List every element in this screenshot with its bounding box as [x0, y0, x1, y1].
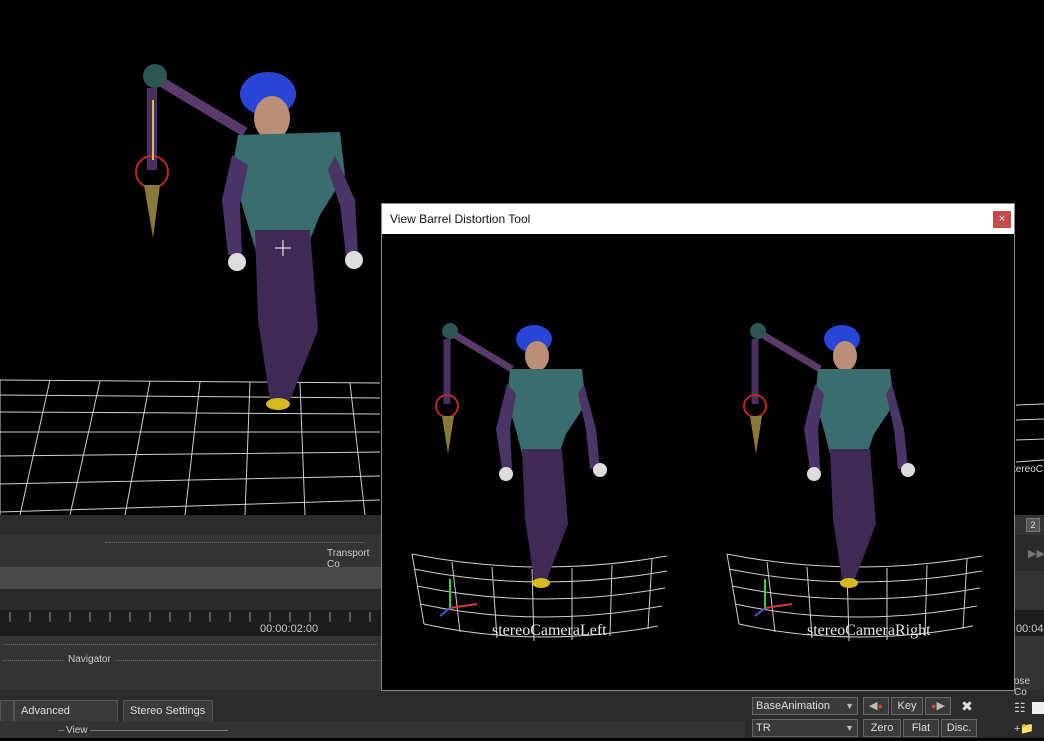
divider	[3, 660, 63, 661]
navigator-label: Navigator	[68, 654, 111, 665]
dialog-titlebar[interactable]: View Barrel Distortion Tool ×	[382, 204, 1014, 234]
timeline-ruler[interactable]: 00:00:02:00	[0, 610, 382, 636]
chevron-down-icon: ▼	[845, 701, 854, 711]
spacer	[0, 589, 382, 610]
flat-button[interactable]: Flat	[903, 719, 939, 737]
right-tool-area: ☷ +📁	[1008, 696, 1044, 738]
barrel-distortion-dialog[interactable]: View Barrel Distortion Tool × stereoCame…	[382, 204, 1014, 690]
next-key-button[interactable]: ●▶	[925, 697, 951, 715]
settings-content-area: View	[0, 721, 745, 738]
divider	[105, 542, 365, 543]
view-group-label: View	[64, 725, 90, 736]
right-timeline: 00:04	[1014, 610, 1044, 636]
zero-button[interactable]: Zero	[863, 719, 901, 737]
pose-controls-label: ose Co	[1014, 676, 1031, 698]
right-camera-label: stereoCameraRight	[807, 622, 931, 639]
right-side-panel: 2 ▶▶ 00:04 ose Co	[1014, 515, 1044, 698]
animation-layer-value: BaseAnimation	[756, 700, 830, 712]
folder-icon[interactable]: +📁	[1014, 722, 1034, 735]
record-icon: ●	[877, 701, 883, 711]
tab-stereo-settings[interactable]: Stereo Settings	[123, 700, 213, 721]
dialog-close-button[interactable]: ×	[993, 211, 1011, 228]
layer-tab-2[interactable]: 2	[1026, 518, 1040, 532]
tree-view-icon[interactable]: ☷	[1014, 700, 1026, 716]
transport-bar[interactable]	[0, 567, 382, 589]
close-icon[interactable]: ✖	[958, 697, 976, 715]
timeline-ticks	[9, 612, 371, 622]
right-camera-view	[726, 323, 983, 642]
stereo-camera-partial-label: tereoC	[1013, 464, 1044, 475]
tab-advanced-settings[interactable]: Advanced Settings	[14, 700, 118, 737]
tab-hidden-left[interactable]	[0, 700, 14, 721]
disc-button[interactable]: Disc.	[941, 719, 977, 737]
keying-mode-select[interactable]: TR ▼	[752, 719, 858, 737]
left-camera-label: stereoCameraLeft	[492, 622, 607, 639]
left-camera-view	[411, 323, 668, 642]
key-button[interactable]: Key	[891, 697, 923, 715]
previous-key-button[interactable]: ◀●	[863, 697, 889, 715]
timeline-current-time: 00:00:02:00	[260, 623, 319, 635]
panel-header-strip	[0, 515, 382, 535]
square-icon[interactable]	[1032, 702, 1044, 714]
character-model	[222, 72, 363, 410]
animation-layer-select[interactable]: BaseAnimation ▼	[752, 697, 858, 715]
timeline-right-time: 00:04	[1016, 623, 1044, 635]
transport-controls-panel: Transport Co	[0, 535, 382, 570]
divider	[115, 660, 380, 661]
previous-key-icon: ◀	[869, 700, 878, 712]
dialog-title: View Barrel Distortion Tool	[390, 212, 531, 226]
keying-mode-value: TR	[756, 722, 771, 734]
fast-forward-icon[interactable]: ▶▶	[1028, 547, 1044, 560]
navigator-panel: Navigator	[0, 636, 382, 690]
divider	[3, 644, 378, 645]
right-transport-area: ▶▶	[1014, 535, 1044, 571]
next-key-icon: ▶	[936, 700, 945, 712]
chevron-down-icon: ▼	[845, 723, 854, 733]
